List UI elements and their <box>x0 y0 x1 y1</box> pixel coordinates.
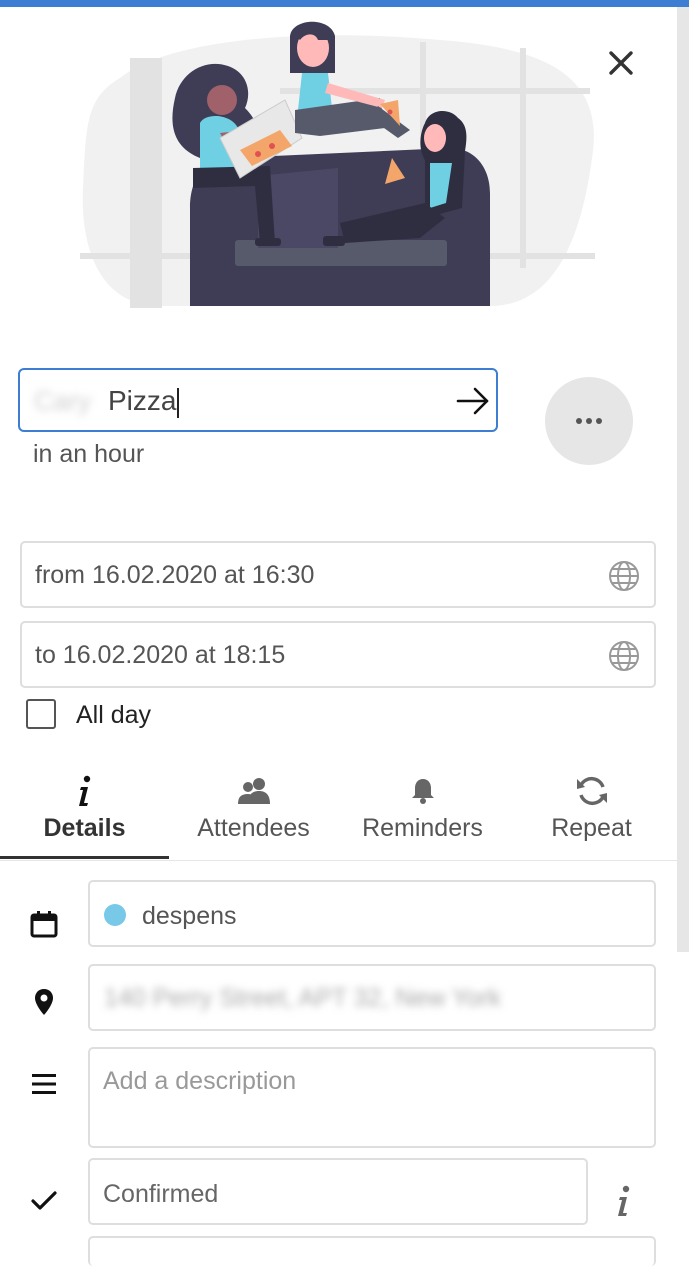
title-blurred-prefix: Cary <box>34 386 92 416</box>
tab-details[interactable]: Details <box>0 770 169 860</box>
tab-attendees[interactable]: Attendees <box>169 770 338 860</box>
pizza-party-illustration <box>80 21 595 308</box>
people-icon <box>237 778 270 804</box>
text-caret <box>177 387 180 418</box>
location-text: 140 Perry Street, APT 32, New York <box>104 984 501 1012</box>
tab-reminders[interactable]: Reminders <box>338 770 507 860</box>
status-select[interactable]: Confirmed <box>88 1158 588 1225</box>
description-textarea[interactable]: Add a description <box>88 1047 656 1148</box>
timezone-globe-icon[interactable] <box>608 560 640 592</box>
tab-repeat-label: Repeat <box>551 814 632 842</box>
status-row-icon <box>26 1183 62 1219</box>
more-dots-icon <box>576 418 602 424</box>
location-input[interactable]: 140 Perry Street, APT 32, New York <box>88 964 656 1031</box>
calendar-row-icon <box>26 906 62 942</box>
submit-title-button[interactable] <box>456 384 490 418</box>
calendar-color-dot <box>104 904 126 926</box>
calendar-select[interactable]: despens <box>88 880 656 947</box>
start-date-field[interactable]: from 16.02.2020 at 16:30 <box>20 541 656 608</box>
info-icon <box>618 1185 630 1216</box>
relative-time-label: in an hour <box>33 440 145 468</box>
info-icon <box>78 775 90 806</box>
active-tab-indicator <box>0 856 169 859</box>
status-text: Confirmed <box>103 1180 219 1208</box>
next-field-partial[interactable] <box>88 1236 656 1266</box>
close-button[interactable] <box>603 45 639 81</box>
refresh-icon <box>576 776 607 806</box>
arrow-right-icon <box>456 387 489 415</box>
location-row-icon <box>26 984 62 1020</box>
event-tabs: Details Attendees Reminders Repeat <box>0 770 677 861</box>
scrollbar[interactable] <box>677 7 689 952</box>
description-placeholder: Add a description <box>103 1067 297 1095</box>
checkmark-icon <box>31 1191 57 1210</box>
start-date-text: from 16.02.2020 at 16:30 <box>35 561 315 589</box>
end-date-text: to 16.02.2020 at 18:15 <box>35 641 286 669</box>
calendar-name: despens <box>142 902 237 930</box>
all-day-checkbox[interactable] <box>26 699 56 729</box>
menu-lines-icon <box>32 1074 56 1094</box>
calendar-icon <box>30 911 58 938</box>
tab-attendees-label: Attendees <box>197 814 310 842</box>
end-date-field[interactable]: to 16.02.2020 at 18:15 <box>20 621 656 688</box>
description-row-icon <box>26 1066 62 1102</box>
event-title-input[interactable]: Cary Pizza <box>18 368 498 432</box>
timezone-globe-icon[interactable] <box>608 640 640 672</box>
top-accent-bar <box>0 0 689 7</box>
tab-reminders-label: Reminders <box>362 814 483 842</box>
close-icon <box>609 51 633 75</box>
more-options-button[interactable] <box>545 377 633 465</box>
tab-repeat[interactable]: Repeat <box>507 770 676 860</box>
location-pin-icon <box>35 989 53 1015</box>
title-text: Pizza <box>108 384 180 418</box>
all-day-label: All day <box>76 701 152 729</box>
bell-icon <box>411 779 434 804</box>
status-info-button[interactable] <box>605 1179 641 1223</box>
tab-details-label: Details <box>43 814 126 842</box>
